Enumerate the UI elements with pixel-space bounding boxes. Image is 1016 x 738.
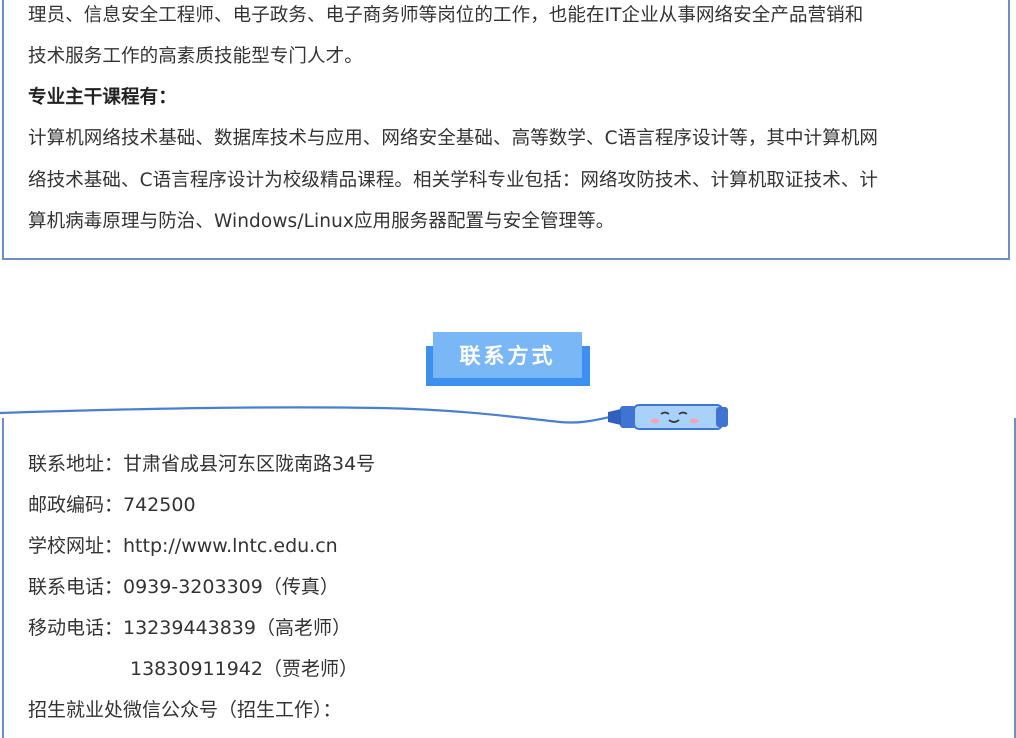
contact-mobile-2: 13830911942（贾老师）: [130, 658, 358, 680]
contact-phone: 联系电话：0939-3203309（传真）: [28, 576, 339, 598]
contact-title: 联系方式: [433, 332, 582, 378]
contact-postcode: 邮政编码：742500: [28, 494, 196, 516]
contact-mobile-1: 移动电话：13239443839（高老师）: [28, 617, 351, 639]
contact-website[interactable]: 学校网址：http://www.lntc.edu.cn: [28, 534, 338, 558]
courses-line-3: 算机病毒原理与防治、Windows/Linux应用服务器配置与安全管理等。: [28, 211, 615, 232]
courses-heading: 专业主干课程有：: [28, 87, 177, 108]
contact-wechat: 招生就业处微信公众号（招生工作）：: [28, 699, 342, 721]
intro-line-1: 理员、信息安全工程师、电子政务、电子商务师等岗位的工作，也能在IT企业从事网络安…: [28, 5, 864, 26]
courses-line-1: 计算机网络技术基础、数据库技术与应用、网络安全基础、高等数学、C语言程序设计等，…: [28, 128, 879, 149]
contact-address: 联系地址：甘肃省成县河东区陇南路34号: [28, 453, 376, 475]
intro-line-2: 技术服务工作的高素质技能型专门人才。: [28, 46, 363, 67]
courses-line-2: 络技术基础、C语言程序设计为校级精品课程。相关学科专业包括：网络攻防技术、计算机…: [28, 170, 879, 191]
